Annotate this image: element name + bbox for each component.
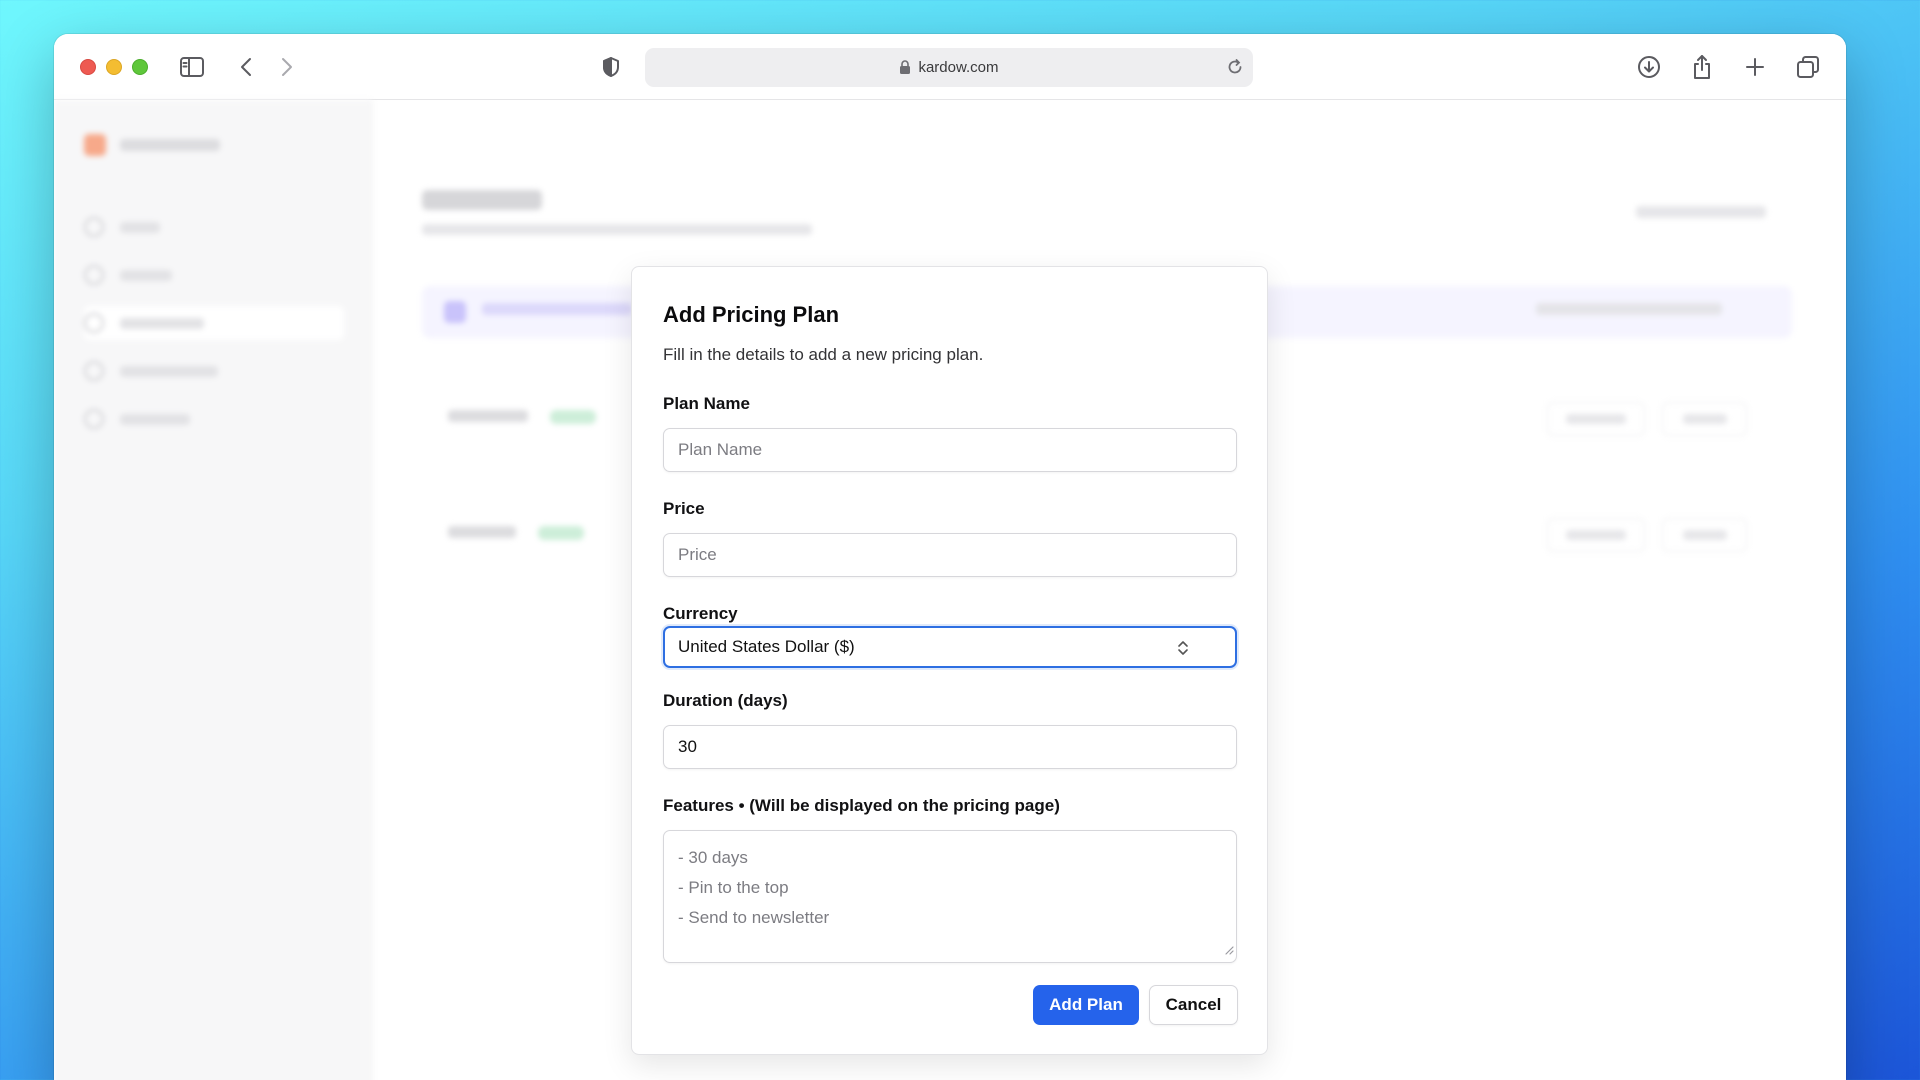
- workspace-switcher: [84, 134, 220, 156]
- share-icon[interactable]: [1686, 51, 1718, 83]
- download-icon[interactable]: [1633, 51, 1665, 83]
- features-placeholder-line: - Pin to the top: [678, 878, 789, 897]
- zoom-window-button[interactable]: [132, 59, 148, 75]
- currency-select[interactable]: United States Dollar ($): [663, 626, 1237, 668]
- cancel-button[interactable]: Cancel: [1149, 985, 1238, 1025]
- back-icon[interactable]: [230, 51, 262, 83]
- address-bar[interactable]: kardow.com: [645, 48, 1253, 87]
- resize-handle-icon[interactable]: [1224, 942, 1234, 960]
- brand-logo: [84, 134, 106, 156]
- add-plan-button[interactable]: Add Plan: [1033, 985, 1139, 1025]
- dialog-description: Fill in the details to add a new pricing…: [663, 345, 984, 364]
- features-placeholder-line: - Send to newsletter: [678, 908, 830, 927]
- browser-toolbar: kardow.com: [54, 34, 1846, 100]
- features-textarea[interactable]: - 30 days - Pin to the top - Send to new…: [663, 830, 1237, 963]
- chevron-up-down-icon: [1177, 639, 1189, 662]
- currency-selected-value: United States Dollar ($): [678, 637, 855, 656]
- privacy-shield-icon[interactable]: [595, 51, 627, 83]
- sidebar-item-active: [84, 306, 344, 340]
- forward-icon[interactable]: [271, 51, 303, 83]
- sidebar-item: [84, 210, 344, 244]
- sidebar-item: [84, 354, 344, 388]
- dialog-title: Add Pricing Plan: [663, 302, 840, 327]
- currency-label: Currency: [663, 604, 738, 623]
- plan-name-input[interactable]: [663, 428, 1237, 472]
- reload-icon[interactable]: [1225, 57, 1245, 81]
- features-placeholder-line: - 30 days: [678, 848, 748, 867]
- url-text: kardow.com: [918, 59, 999, 76]
- page-subtitle-blurred: [422, 224, 812, 235]
- features-label: Features • (Will be displayed on the pri…: [663, 796, 1060, 815]
- tab-overview-icon[interactable]: [1792, 51, 1824, 83]
- price-input[interactable]: [663, 533, 1237, 577]
- lock-icon: [899, 60, 911, 75]
- plan-name-label: Plan Name: [663, 394, 750, 413]
- page-title-blurred: [422, 190, 542, 210]
- minimize-window-button[interactable]: [106, 59, 122, 75]
- sidebar-item: [84, 402, 344, 436]
- duration-input[interactable]: [663, 725, 1237, 769]
- new-tab-icon[interactable]: [1739, 51, 1771, 83]
- add-pricing-plan-dialog: Add Pricing Plan Fill in the details to …: [631, 266, 1268, 1055]
- price-label: Price: [663, 499, 705, 518]
- close-window-button[interactable]: [80, 59, 96, 75]
- app-sidebar: [54, 100, 372, 1080]
- sidebar-toggle-icon[interactable]: [176, 51, 208, 83]
- sidebar-item: [84, 258, 344, 292]
- duration-label: Duration (days): [663, 691, 788, 710]
- header-action-blurred: [1636, 206, 1766, 218]
